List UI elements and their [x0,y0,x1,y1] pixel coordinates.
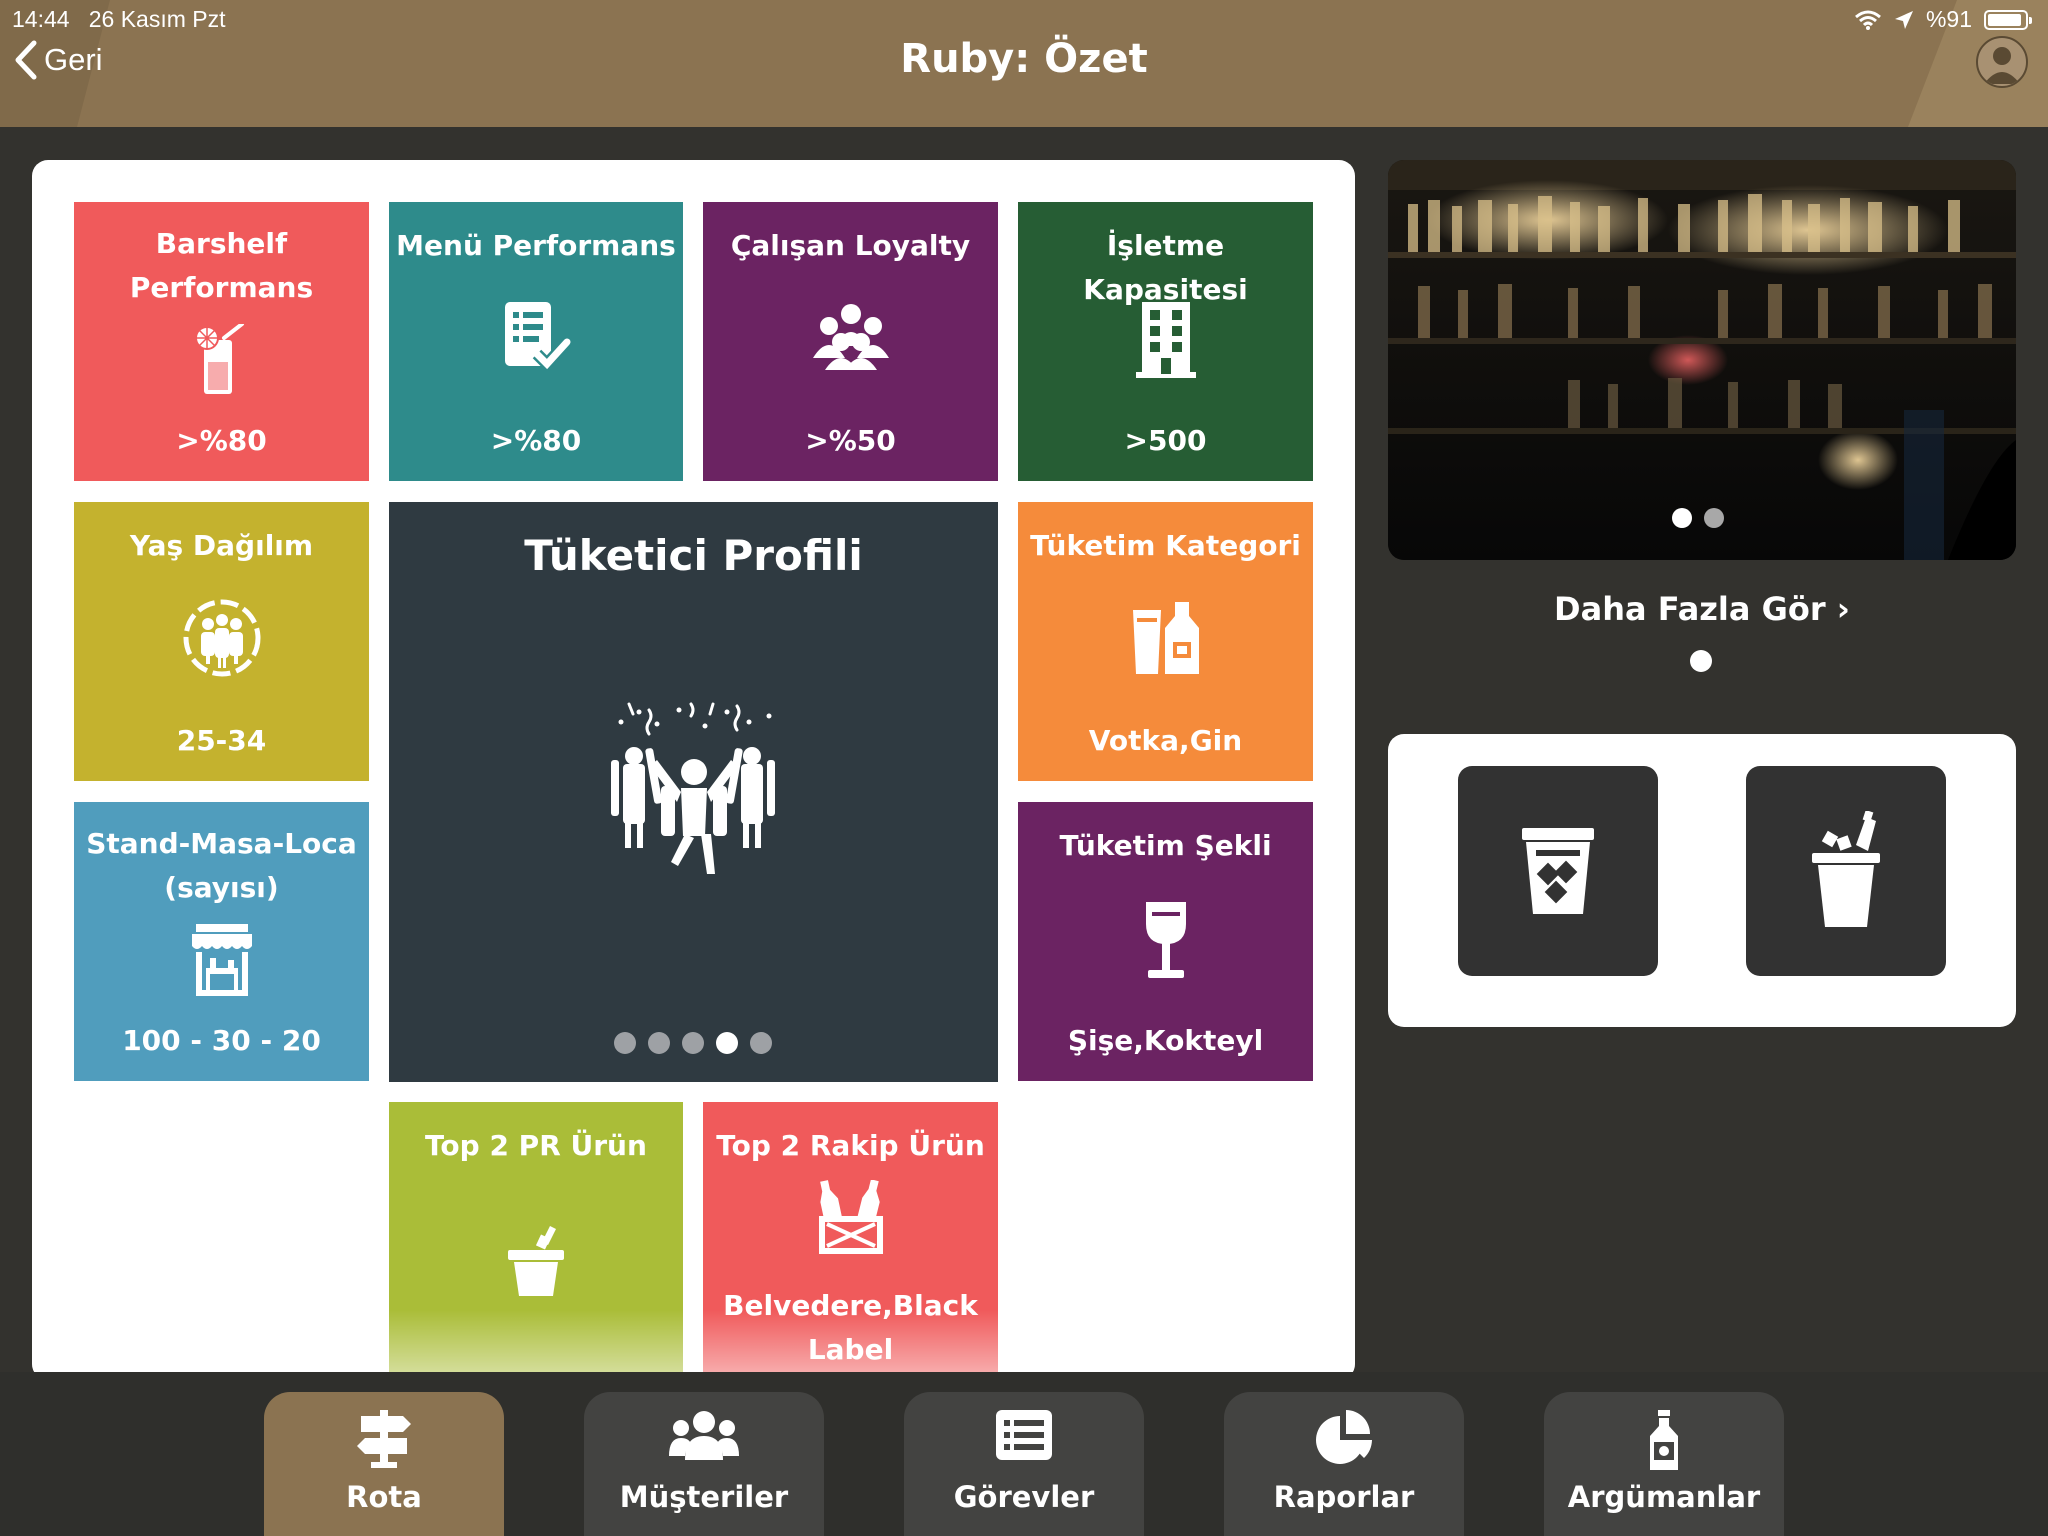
bottle-icon [1650,1410,1678,1470]
page-dot-active[interactable] [1672,508,1692,528]
quick-actions-panel [1388,734,2016,1027]
bottles-crate-icon [818,1180,883,1254]
ice-glass-button[interactable] [1458,766,1658,976]
tile-menu-performance[interactable]: Menü Performans >%80 [389,202,683,481]
status-indicators: %91 [1854,6,2032,33]
photo-page-indicator[interactable] [1672,508,1724,528]
group-icon [812,304,889,370]
shop-icon [191,924,252,996]
status-date: 26 Kasım Pzt [88,6,226,32]
ice-glass-icon [1522,828,1594,914]
task-list-icon [996,1410,1052,1460]
tile-title: İşletme Kapasitesi [1083,229,1248,306]
cocktail-glass-icon [194,324,244,394]
checklist-icon [505,302,571,372]
party-crowd-icon [610,702,775,874]
nav-tab-customers[interactable]: Müşteriler [584,1392,824,1536]
tile-value: 100 - 30 - 20 [122,1024,321,1057]
status-time-date: 14:44 26 Kasım Pzt [12,6,226,33]
tile-title: Tüketim Şekli [1059,829,1272,862]
tile-value: >500 [1124,424,1207,457]
summary-panel: Barshelf Performans >%80 Menü Performans… [32,160,1355,1380]
page-dot[interactable] [750,1032,772,1054]
venue-photo-carousel[interactable] [1388,160,2016,560]
tile-consumption-shape[interactable]: Tüketim Şekli Şişe,Kokteyl [1018,802,1313,1081]
ice-bucket-bottle-icon [1812,811,1880,927]
battery-percent: %91 [1925,6,1972,32]
page-dot[interactable] [614,1032,636,1054]
nav-tab-label: Rota [346,1480,422,1514]
page-dot-active[interactable] [716,1032,738,1054]
pie-chart-icon [1316,1410,1372,1464]
tile-value: >%80 [490,424,582,457]
tile-top-pr-products[interactable]: Top 2 PR Ürün [389,1102,683,1380]
nav-tab-reports[interactable]: Raporlar [1224,1392,1464,1536]
tile-title: Çalışan Loyalty [730,229,971,262]
crowd-circle-icon [183,599,260,677]
tile-stand-table-lodge[interactable]: Stand-Masa-Loca (sayısı) 100 - 30 - 20 [74,802,369,1081]
location-arrow-icon [1894,10,1913,29]
status-time: 14:44 [12,6,70,32]
tile-employee-loyalty[interactable]: Çalışan Loyalty >%50 [703,202,998,481]
tile-value: Şişe,Kokteyl [1067,1024,1264,1057]
page-dot[interactable] [648,1032,670,1054]
tile-value: >%80 [176,424,267,457]
tile-title: Top 2 PR Ürün [425,1129,647,1162]
page-dot[interactable] [1704,508,1724,528]
battery-icon [1984,9,2032,30]
tile-business-capacity[interactable]: İşletme Kapasitesi >500 [1018,202,1313,481]
panel-fade [32,1310,1355,1380]
tile-value: 25-34 [176,724,267,757]
building-icon [1135,302,1196,378]
page-dot[interactable] [682,1032,704,1054]
ice-bucket-icon [508,1226,564,1296]
tile-consumption-category[interactable]: Tüketim Kategori Votka,Gin [1018,502,1313,781]
tile-title: Barshelf Performans [129,227,314,304]
header: 14:44 26 Kasım Pzt %91 Geri Ruby: Özet [0,0,2048,127]
tile-title: Yaş Dağılım [129,529,314,562]
signpost-icon [357,1410,411,1468]
tile-top-rival-products[interactable]: Top 2 Rakip Ürün Belvedere,Black Label [703,1102,998,1380]
nav-tab-label: Görevler [953,1480,1095,1514]
wine-glass-icon [1145,902,1186,978]
tile-barshelf-performance[interactable]: Barshelf Performans >%80 [74,202,369,481]
ice-bucket-bottle-button[interactable] [1746,766,1946,976]
nav-tab-label: Raporlar [1273,1480,1415,1514]
page-dot-active[interactable] [1690,650,1712,672]
tile-value: Belvedere,Black Label [723,1289,978,1366]
bottom-navigation: Rota Müşteriler Görevler Raporlar Argüma… [0,1372,2048,1536]
nav-tab-label: Argümanlar [1567,1480,1761,1514]
users-icon [669,1411,739,1460]
nav-tab-label: Müşteriler [619,1480,789,1514]
tile-title: Top 2 Rakip Ürün [716,1129,985,1162]
see-more-button[interactable]: Daha Fazla Gör › [1388,590,2016,628]
nav-tab-tasks[interactable]: Görevler [904,1392,1144,1536]
page-title: Ruby: Özet [900,36,1148,82]
user-avatar-icon [1984,47,2020,84]
nav-tab-rota[interactable]: Rota [264,1392,504,1536]
tile-title: Tüketici Profili [524,531,863,580]
tile-title: Tüketim Kategori [1030,529,1301,562]
tile-title: Menü Performans [396,229,676,262]
tile-value: Votka,Gin [1088,724,1243,757]
tile-age-distribution[interactable]: Yaş Dağılım 25-34 [74,502,369,781]
tile-title: Stand-Masa-Loca (sayısı) [86,827,357,904]
bar-shelf-photo [1388,160,2016,560]
consumer-profile-page-indicator[interactable] [614,1032,772,1054]
tile-consumer-profile[interactable]: Tüketici Profili [389,502,998,1082]
nav-tab-arguments[interactable]: Argümanlar [1544,1392,1784,1536]
profile-button[interactable] [1976,36,2028,88]
glass-bottle-icon [1132,602,1199,674]
tile-value: >%50 [805,424,896,457]
wifi-icon [1854,10,1881,30]
